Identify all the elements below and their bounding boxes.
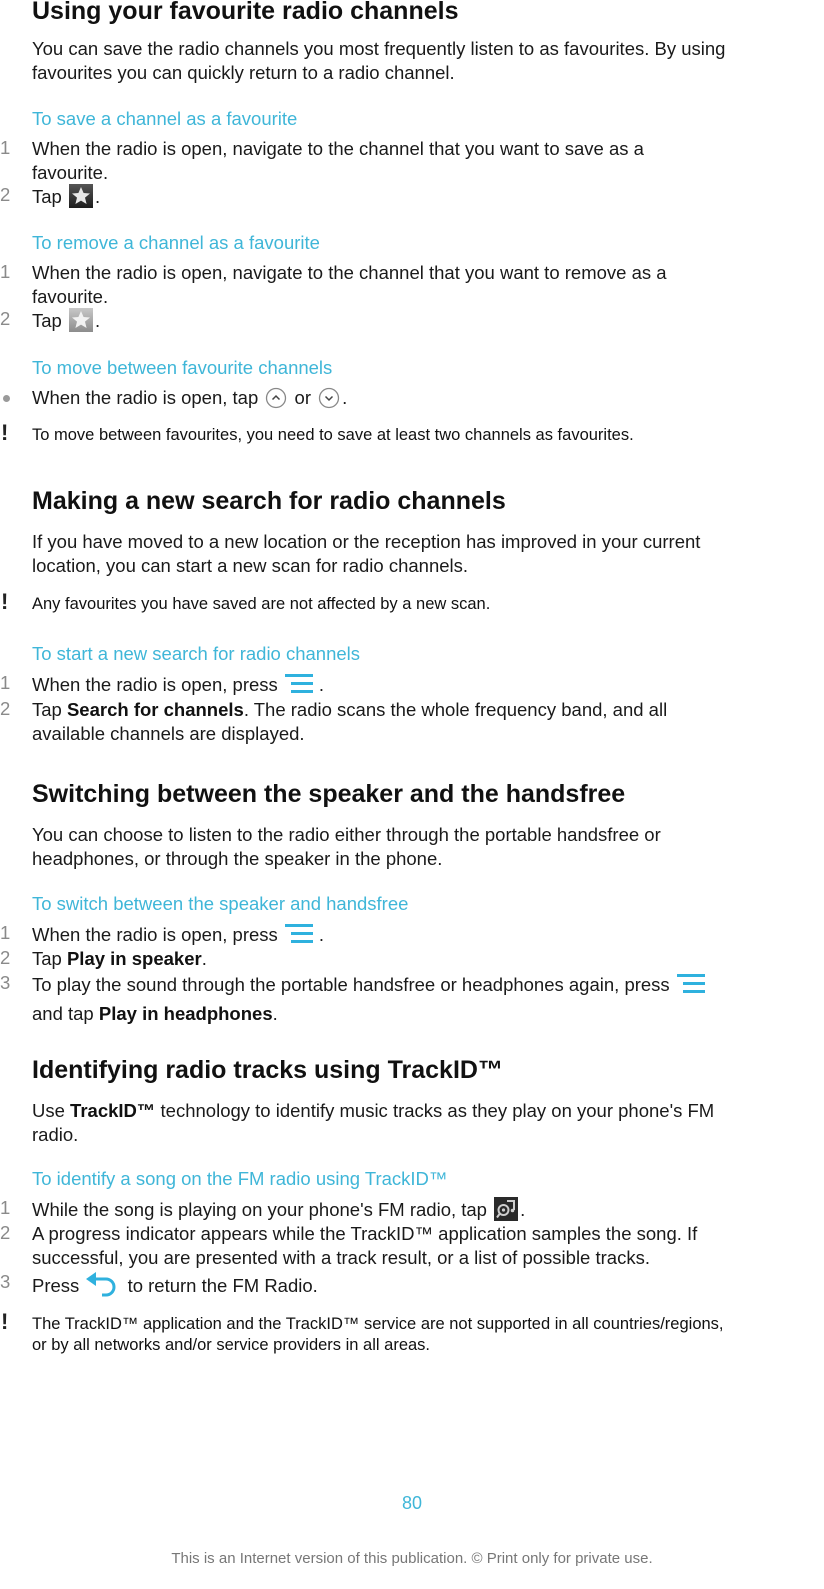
heading-remove-favourite: To remove a channel as a favourite <box>32 232 320 253</box>
step-text: Tap <box>32 699 62 720</box>
speaker-step-3: To play the sound through the portable h… <box>32 972 802 1026</box>
step-line: favourite. <box>32 286 109 307</box>
section-title-speaker: Switching between the speaker and the ha… <box>32 780 626 808</box>
step-text: Tap <box>32 948 62 969</box>
star-filled-icon <box>68 184 93 214</box>
step-line: available channels are displayed. <box>32 723 305 744</box>
speaker-step-2: Tap Play in speaker. <box>32 947 802 971</box>
intro-line: If you have moved to a new location or t… <box>32 531 701 552</box>
step-number: 2 <box>0 698 11 719</box>
step-number: 2 <box>0 947 11 968</box>
step-number: 1 <box>0 1197 11 1218</box>
step-text: . <box>318 674 325 695</box>
ui-label-play-in-headphones: Play in headphones <box>98 1003 273 1024</box>
step-text: and tap <box>32 1003 94 1024</box>
step-text: When the radio is open, tap <box>32 387 259 408</box>
intro-line: You can save the radio channels you most… <box>32 38 726 59</box>
step-number: 2 <box>0 308 11 329</box>
intro-line: You can choose to listen to the radio ei… <box>32 824 661 845</box>
note-trackid: The TrackID™ application and the TrackID… <box>32 1314 824 1356</box>
note-line: The TrackID™ application and the TrackID… <box>32 1315 724 1333</box>
step-text: Tap <box>32 310 62 331</box>
star-outline-icon <box>68 308 93 338</box>
step-number: 2 <box>0 184 11 205</box>
intro-line: headphones, or through the speaker in th… <box>32 848 443 869</box>
save-step-2: Tap . <box>32 184 802 214</box>
step-line: successful, you are presented with a tra… <box>32 1247 650 1268</box>
remove-step-1: When the radio is open, navigate to the … <box>32 261 802 309</box>
trackid-intro: Use TrackID™ technology to identify musi… <box>32 1099 802 1147</box>
trackid-brand: TrackID™ <box>70 1100 156 1121</box>
bullet-icon <box>3 395 10 402</box>
search-intro: If you have moved to a new location or t… <box>32 530 802 578</box>
speaker-intro: You can choose to listen to the radio ei… <box>32 823 802 871</box>
step-text: While the song is playing on your phone'… <box>32 1199 487 1220</box>
intro-text: Use <box>32 1100 65 1121</box>
step-number: 1 <box>0 672 11 693</box>
step-text: or <box>294 387 311 408</box>
note-favourites: To move between favourites, you need to … <box>32 426 634 444</box>
page-number: 80 <box>401 1493 423 1513</box>
step-text: Tap <box>32 186 62 207</box>
intro-text: technology to identify music tracks as t… <box>160 1100 715 1121</box>
step-line: A progress indicator appears while the T… <box>32 1223 698 1244</box>
favourites-intro: You can save the radio channels you most… <box>32 37 802 85</box>
remove-step-2: Tap . <box>32 308 802 338</box>
intro-line: radio. <box>32 1124 79 1145</box>
note-line: or by all networks and/or service provid… <box>32 1336 431 1354</box>
heading-save-favourite: To save a channel as a favourite <box>32 108 298 129</box>
ui-label-search-for-channels: Search for channels <box>66 699 244 720</box>
step-line: favourite. <box>32 162 109 183</box>
step-text: . <box>94 310 101 331</box>
footer-notice: This is an Internet version of this publ… <box>171 1550 653 1567</box>
step-text: To play the sound through the portable h… <box>32 974 670 995</box>
step-text: . <box>94 186 101 207</box>
move-step: When the radio is open, tap or . <box>32 386 802 415</box>
section-title-search: Making a new search for radio channels <box>32 487 506 515</box>
important-note-icon: ! <box>1 1309 9 1334</box>
search-step-2: Tap Search for channels. The radio scans… <box>32 698 802 746</box>
trackid-step-2: A progress indicator appears while the T… <box>32 1222 802 1270</box>
menu-icon <box>676 972 709 1002</box>
step-text: . <box>342 387 348 408</box>
back-arrow-icon <box>86 1271 120 1303</box>
trackid-step-3: Press to return the FM Radio. <box>32 1271 802 1303</box>
step-text: Press <box>32 1275 80 1296</box>
step-line: When the radio is open, navigate to the … <box>32 138 644 159</box>
step-number: 1 <box>0 261 11 282</box>
step-number: 2 <box>0 1222 11 1243</box>
step-text: When the radio is open, press <box>32 674 278 695</box>
important-note-icon: ! <box>1 420 9 445</box>
step-number: 3 <box>0 1271 11 1292</box>
step-text: . <box>318 924 325 945</box>
step-text: to return the FM Radio. <box>127 1275 318 1296</box>
intro-line: location, you can start a new scan for r… <box>32 555 469 576</box>
step-text: . <box>520 1199 526 1220</box>
heading-identify-song: To identify a song on the FM radio using… <box>32 1168 448 1189</box>
intro-line: favourites you can quickly return to a r… <box>32 62 455 83</box>
heading-start-search: To start a new search for radio channels <box>32 643 361 664</box>
step-number: 1 <box>0 922 11 943</box>
heading-move-favourites: To move between favourite channels <box>32 357 333 378</box>
section-title-favourites: Using your favourite radio channels <box>32 0 459 25</box>
ui-label-play-in-speaker: Play in speaker <box>66 948 202 969</box>
heading-switch-speaker: To switch between the speaker and handsf… <box>32 893 409 914</box>
save-step-1: When the radio is open, navigate to the … <box>32 137 802 185</box>
note-search: Any favourites you have saved are not af… <box>32 595 491 613</box>
chevron-down-circle-icon <box>318 387 340 415</box>
step-text: When the radio is open, press <box>32 924 278 945</box>
step-text: . <box>201 948 207 969</box>
step-line: When the radio is open, navigate to the … <box>32 262 667 283</box>
section-title-trackid: Identifying radio tracks using TrackID™ <box>32 1056 503 1084</box>
step-text: . The radio scans the whole frequency ba… <box>243 699 668 720</box>
step-text: . <box>272 1003 278 1024</box>
step-number: 1 <box>0 137 11 158</box>
chevron-up-circle-icon <box>265 387 287 415</box>
step-number: 3 <box>0 972 11 993</box>
important-note-icon: ! <box>1 589 9 614</box>
